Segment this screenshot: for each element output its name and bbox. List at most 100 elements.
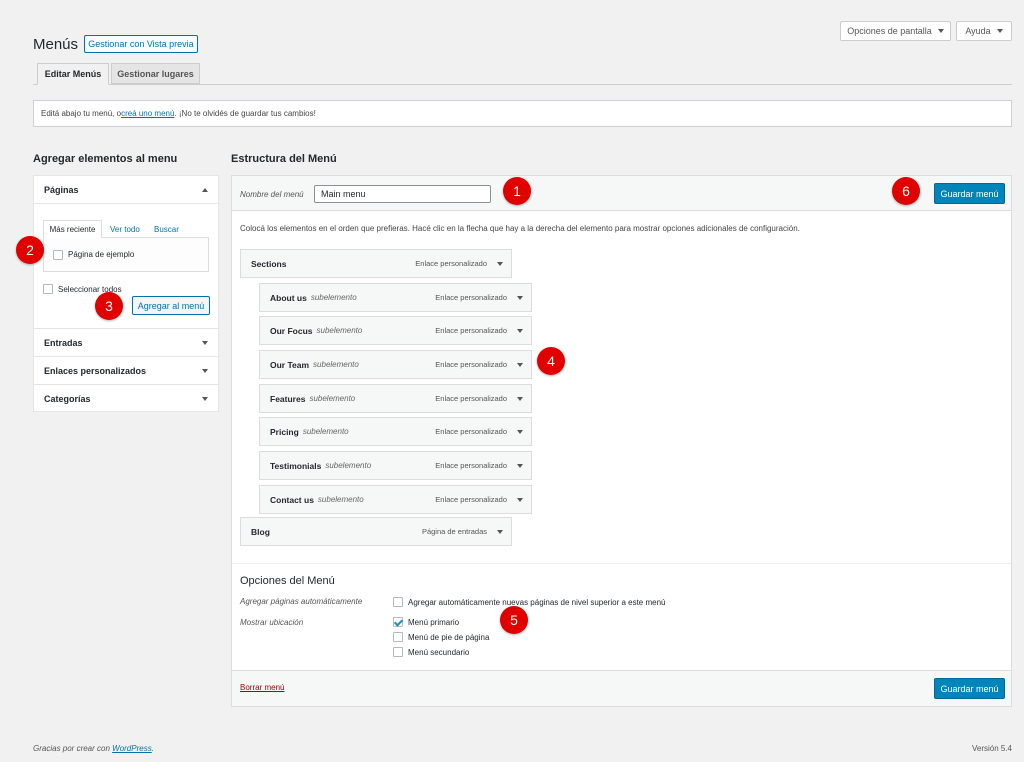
tab-edit-menus[interactable]: Editar Menús xyxy=(37,63,109,85)
tab-bar-border xyxy=(33,84,1012,85)
save-menu-button-top[interactable]: Guardar menú xyxy=(934,183,1005,204)
structure-heading: Estructura del Menú xyxy=(231,153,337,165)
menu-item-title: Testimonials xyxy=(270,460,322,471)
expand-arrow-icon[interactable] xyxy=(497,262,503,266)
footer-version: Versión 5.4 xyxy=(971,744,1012,753)
footer-thanks: Gracias por crear con WordPress. xyxy=(33,744,154,753)
menu-item-type: Enlace personalizado xyxy=(435,427,507,436)
expand-arrow-icon[interactable] xyxy=(517,464,523,468)
marker-5: 5 xyxy=(500,606,528,634)
manage-preview-button[interactable]: Gestionar con Vista previa xyxy=(84,35,198,53)
notice-text-before: Editá abajo tu menú, o xyxy=(41,109,122,118)
sidebar-item-label: Entradas xyxy=(44,337,83,348)
auto-add-label: Agregar páginas automáticamente xyxy=(240,597,363,606)
location-footer-checkbox[interactable] xyxy=(393,632,403,642)
marker-2: 2 xyxy=(16,236,44,264)
menu-name-label: Nombre del menú xyxy=(240,190,304,199)
menu-item-type: Enlace personalizado xyxy=(435,495,507,504)
menu-item-sections[interactable]: Sections Enlace personalizado xyxy=(240,249,512,278)
pages-section-header[interactable]: Páginas xyxy=(34,176,218,204)
location-primary-checkbox[interactable] xyxy=(393,617,403,627)
marker-3: 3 xyxy=(95,292,123,320)
chevron-down-icon xyxy=(202,341,208,345)
menu-item-features[interactable]: Features subelemento Enlace personalizad… xyxy=(259,384,532,413)
screen-options-button[interactable]: Opciones de pantalla xyxy=(840,21,951,41)
chevron-down-icon xyxy=(202,397,208,401)
expand-arrow-icon[interactable] xyxy=(517,430,523,434)
expand-arrow-icon[interactable] xyxy=(517,296,523,300)
menu-item-title: Pricing xyxy=(270,426,299,437)
create-menu-link[interactable]: creá uno menú xyxy=(121,109,174,118)
tab-label: Más reciente xyxy=(49,224,96,234)
instructions-text: Colocá los elementos en el orden que pre… xyxy=(240,224,800,233)
pages-tab-view-all[interactable]: Ver todo xyxy=(110,225,140,234)
menu-item-our-focus[interactable]: Our Focus subelemento Enlace personaliza… xyxy=(259,316,532,345)
menu-item-our-team[interactable]: Our Team subelemento Enlace personalizad… xyxy=(259,350,532,379)
expand-arrow-icon[interactable] xyxy=(517,498,523,502)
menu-item-pricing[interactable]: Pricing subelemento Enlace personalizado xyxy=(259,417,532,446)
menu-options-heading: Opciones del Menú xyxy=(240,575,335,587)
menu-item-type: Enlace personalizado xyxy=(435,360,507,369)
location-primary-row: Menú primario xyxy=(393,617,459,627)
page-item-label: Página de ejemplo xyxy=(68,250,135,259)
expand-arrow-icon[interactable] xyxy=(517,397,523,401)
auto-add-row: Agregar automáticamente nuevas páginas d… xyxy=(393,597,666,607)
menu-item-title: Our Team xyxy=(270,359,310,370)
tab-manage-locations[interactable]: Gestionar lugares xyxy=(111,63,200,84)
add-to-menu-button[interactable]: Agregar al menú xyxy=(132,296,210,315)
select-all-checkbox[interactable] xyxy=(43,284,53,294)
menu-footer-bar xyxy=(232,670,1011,706)
menu-item-blog[interactable]: Blog Página de entradas xyxy=(240,517,512,546)
pages-tab-search[interactable]: Buscar xyxy=(154,225,179,234)
tab-label: Editar Menús xyxy=(44,69,102,79)
help-button[interactable]: Ayuda xyxy=(956,21,1012,41)
marker-1: 1 xyxy=(503,177,531,205)
location-secondary-row: Menú secundario xyxy=(393,647,469,657)
page-checkbox[interactable] xyxy=(53,249,63,260)
menu-item-title: Sections xyxy=(251,258,287,269)
menu-item-sub: subelemento xyxy=(309,394,356,403)
menu-item-about-us[interactable]: About us subelemento Enlace personalizad… xyxy=(259,283,532,312)
menu-item-sub: subelemento xyxy=(313,360,359,369)
pages-tab-recent[interactable]: Más reciente xyxy=(43,220,102,238)
sidebar-item-label: Enlaces personalizados xyxy=(44,365,147,376)
menu-item-title: Blog xyxy=(251,526,270,537)
save-menu-button-bottom[interactable]: Guardar menú xyxy=(934,678,1005,699)
auto-add-checkbox[interactable] xyxy=(393,597,403,607)
menu-item-title: Features xyxy=(270,393,306,404)
wordpress-link[interactable]: WordPress xyxy=(112,744,152,753)
location-label-text: Menú primario xyxy=(408,617,460,627)
menu-name-input[interactable]: Main menu xyxy=(314,185,491,203)
chevron-up-icon xyxy=(202,188,208,192)
expand-arrow-icon[interactable] xyxy=(517,363,523,367)
screen-options-label: Opciones de pantalla xyxy=(847,26,932,36)
chevron-down-icon xyxy=(202,369,208,373)
menu-item-contact-us[interactable]: Contact us subelemento Enlace personaliz… xyxy=(259,485,532,514)
expand-arrow-icon[interactable] xyxy=(517,329,523,333)
footer-text-after: . xyxy=(151,744,154,753)
help-label: Ayuda xyxy=(965,26,991,36)
marker-4: 4 xyxy=(537,347,565,375)
pages-list: Página de ejemplo xyxy=(43,237,209,272)
expand-arrow-icon[interactable] xyxy=(497,530,503,534)
menu-item-testimonials[interactable]: Testimonials subelemento Enlace personal… xyxy=(259,451,532,480)
location-footer-row: Menú de pie de página xyxy=(393,632,489,642)
add-items-panel: Páginas Más reciente Ver todo Buscar Pág… xyxy=(33,175,219,412)
auto-add-text: Agregar automáticamente nuevas páginas d… xyxy=(408,597,666,607)
menu-item-sub: subelemento xyxy=(317,495,364,504)
menu-item-sub: subelemento xyxy=(316,326,363,335)
sidebar-item-entries[interactable]: Entradas xyxy=(34,328,218,356)
options-divider xyxy=(232,563,1011,564)
menu-item-title: Contact us xyxy=(270,494,314,505)
menu-item-type: Enlace personalizado xyxy=(435,293,507,302)
sidebar-item-label: Categorías xyxy=(44,393,91,404)
sidebar-item-custom-links[interactable]: Enlaces personalizados xyxy=(34,356,218,384)
sidebar-item-categories[interactable]: Categorías xyxy=(34,384,218,412)
delete-menu-link[interactable]: Borrar menú xyxy=(240,683,284,692)
menu-item-type: Enlace personalizado xyxy=(435,326,507,335)
location-label-text: Menú secundario xyxy=(408,647,470,657)
location-secondary-checkbox[interactable] xyxy=(393,647,403,657)
notice-box: Editá abajo tu menú, o creá uno menú. ¡N… xyxy=(33,100,1012,127)
chevron-down-icon xyxy=(937,29,944,33)
menu-item-sub: subelemento xyxy=(302,427,349,436)
